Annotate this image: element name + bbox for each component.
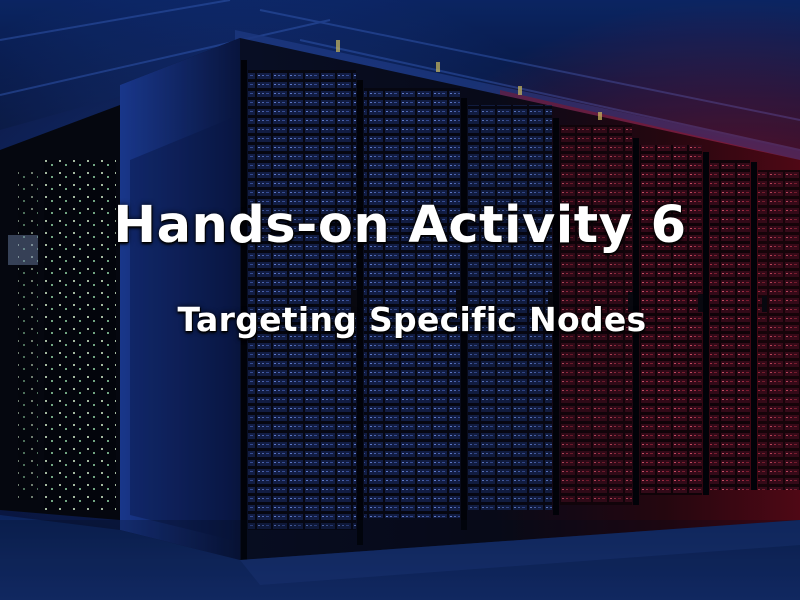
slide-title: Hands-on Activity 6 [113, 196, 687, 255]
slide-subtitle: Targeting Specific Nodes [177, 300, 647, 339]
slide-background: Hands-on Activity 6 Targeting Specific N… [0, 0, 800, 600]
